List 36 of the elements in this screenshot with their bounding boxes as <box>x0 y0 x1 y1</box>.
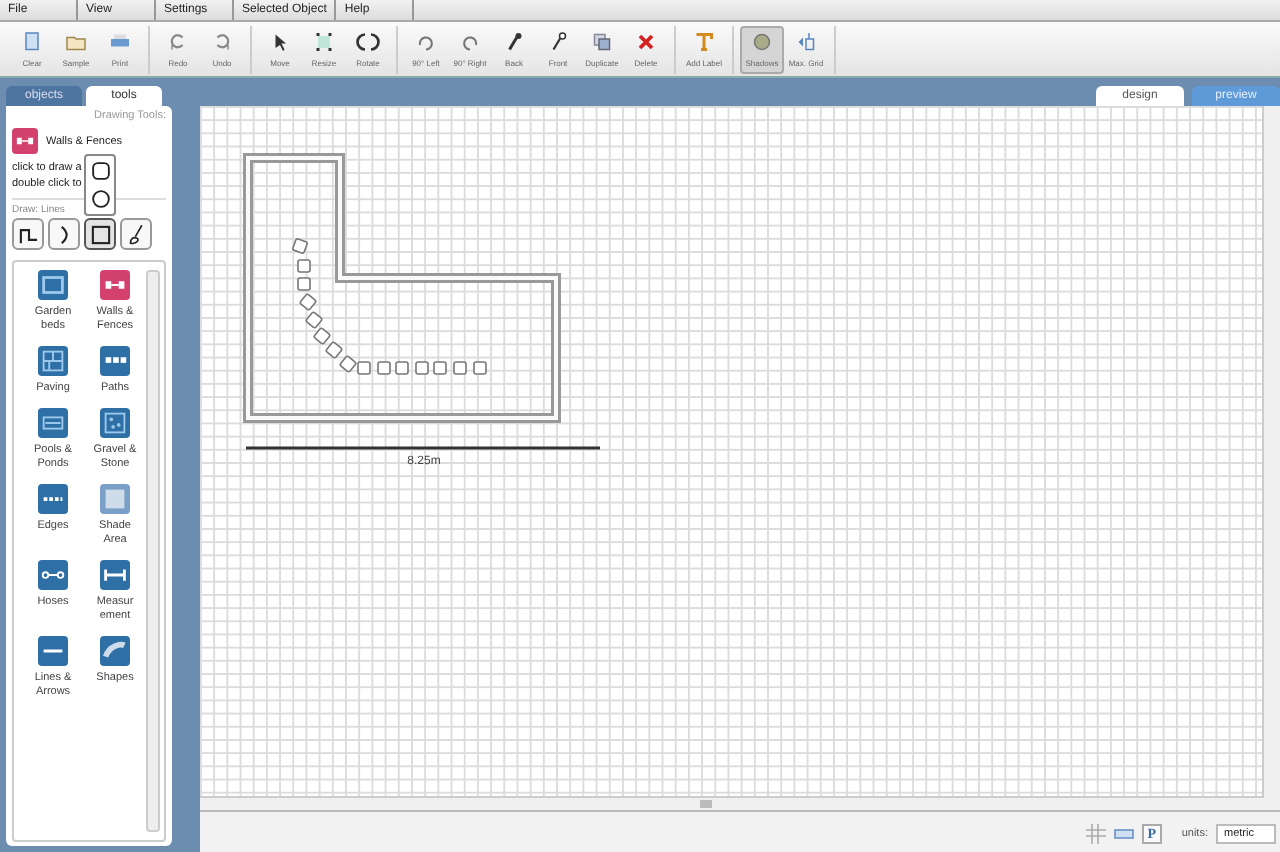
printer-icon <box>108 29 132 53</box>
paving-icon <box>38 346 68 376</box>
curve-mode-button[interactable] <box>48 218 80 250</box>
square-mode-button[interactable] <box>84 218 116 250</box>
shade-icon <box>100 484 130 514</box>
wall-tool-icon <box>12 128 38 154</box>
measure-icon <box>100 560 130 590</box>
hose-icon <box>38 560 68 590</box>
document-icon <box>20 29 44 53</box>
circle-icon <box>750 29 774 53</box>
delete-icon <box>634 29 658 53</box>
stepping-stones-drawing[interactable] <box>291 237 487 375</box>
vertical-scrollbar[interactable] <box>1262 106 1280 810</box>
gravel-icon <box>100 408 130 438</box>
ruler-icon[interactable] <box>1113 823 1134 843</box>
shape-icon <box>100 636 130 666</box>
pool-icon <box>38 408 68 438</box>
square-icon <box>87 221 113 247</box>
edge-icon <box>38 484 68 514</box>
circle-icon <box>89 188 111 210</box>
rounded-shape-option[interactable] <box>87 158 113 184</box>
pin-icon <box>502 29 526 53</box>
rotate-icon <box>356 29 380 53</box>
garden-outline-drawing[interactable] <box>243 153 561 423</box>
wall-icon <box>100 270 130 300</box>
rounded-icon <box>89 160 111 182</box>
duplicate-icon <box>590 29 614 53</box>
text-icon <box>692 29 716 53</box>
circle-shape-option[interactable] <box>87 186 113 212</box>
brush-mode-button[interactable] <box>120 218 152 250</box>
resize-icon <box>312 29 336 53</box>
garden-bed-icon <box>38 270 68 300</box>
path-icon <box>100 346 130 376</box>
step-mode-button[interactable] <box>12 218 44 250</box>
scrollbar[interactable] <box>146 270 160 832</box>
horizontal-scrollbar[interactable] <box>200 796 1264 810</box>
